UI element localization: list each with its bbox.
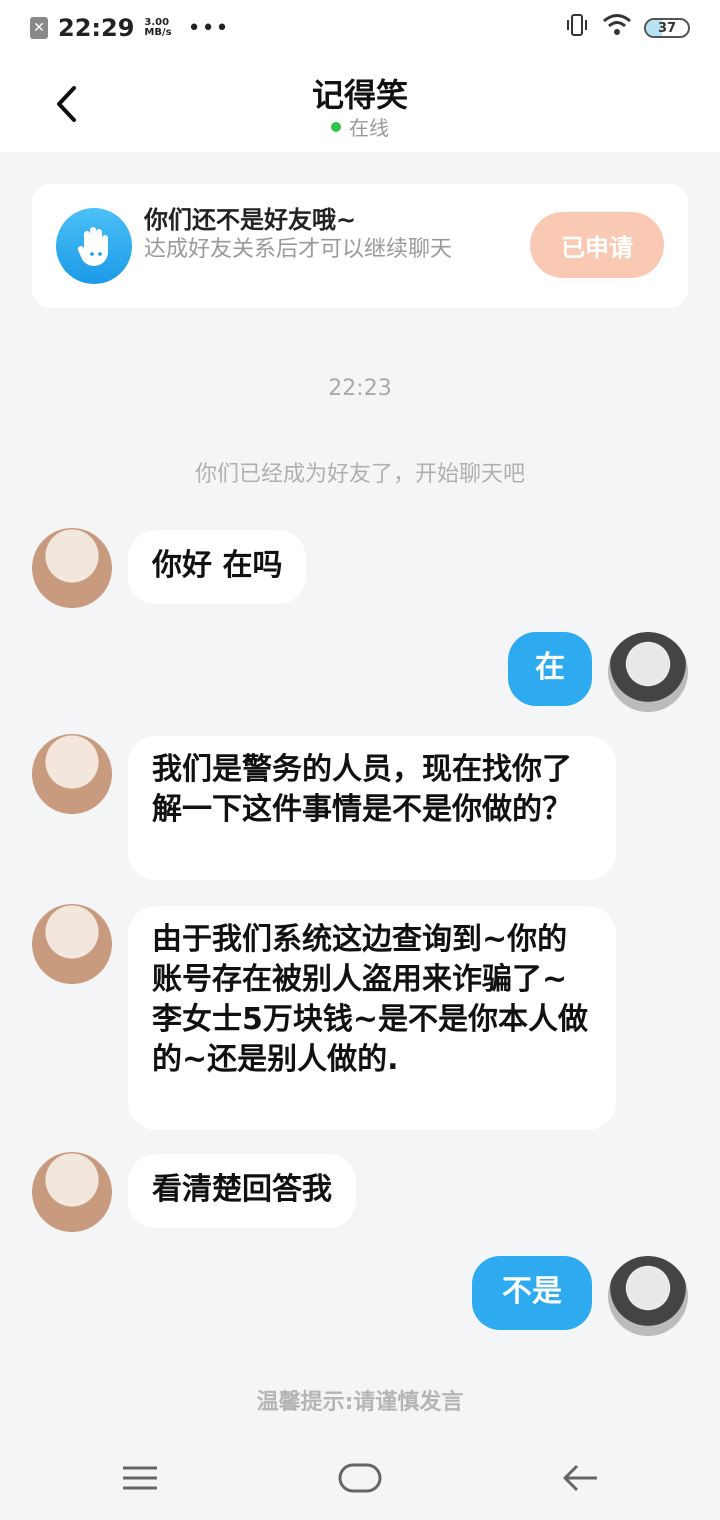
back-nav-button[interactable]: [550, 1456, 610, 1500]
message-bubble[interactable]: 在: [508, 632, 592, 706]
notice-title: 你们还不是好友哦~: [144, 206, 357, 234]
notice-description: 达成好友关系后才可以继续聊天: [144, 237, 453, 262]
network-speed: 3.00 MB/s: [144, 18, 171, 38]
battery-icon: 37: [644, 18, 690, 38]
menu-icon: [123, 1466, 157, 1490]
status-time: 22:29: [58, 14, 135, 42]
message-bubble[interactable]: 你好 在吗: [128, 530, 307, 604]
my-avatar[interactable]: [608, 1256, 688, 1336]
chat-header: 记得笑 在线: [0, 56, 720, 152]
message-bubble[interactable]: 不是: [472, 1256, 592, 1330]
hand-wave-icon: [56, 208, 132, 284]
message-bubble[interactable]: 由于我们系统这边查询到~你的账号存在被别人盗用来诈骗了~李女士5万块钱~是不是你…: [128, 906, 616, 1130]
message-bubble[interactable]: 看清楚回答我: [128, 1154, 356, 1228]
menu-button[interactable]: [110, 1456, 170, 1500]
system-message: 你们已经成为好友了，开始聊天吧: [194, 462, 525, 487]
my-avatar[interactable]: [608, 632, 688, 712]
battery-level: 37: [657, 20, 677, 36]
system-nav-bar: [0, 1436, 720, 1520]
contact-avatar[interactable]: [32, 1152, 112, 1232]
contact-avatar[interactable]: [32, 528, 112, 608]
online-dot-icon: [331, 121, 341, 132]
arrow-left-icon: [563, 1464, 597, 1492]
contact-avatar[interactable]: [32, 734, 112, 814]
friend-request-notice: 你们还不是好友哦~ 达成好友关系后才可以继续聊天 已申请: [32, 184, 688, 308]
contact-name: 记得笑: [311, 76, 408, 114]
status-bar: ✕ 22:29 3.00 MB/s ••• 37: [0, 0, 720, 56]
home-icon: [338, 1463, 382, 1493]
applied-button[interactable]: 已申请: [530, 212, 664, 278]
chat-timestamp: 22:23: [328, 376, 392, 401]
notification-icon: ✕: [30, 17, 48, 39]
home-button[interactable]: [330, 1456, 390, 1500]
safety-tip: 温馨提示:请谨慎发言: [256, 1390, 464, 1415]
more-notifications-icon: •••: [187, 15, 230, 41]
message-bubble[interactable]: 我们是警务的人员，现在找你了解一下这件事情是不是你做的？: [128, 736, 616, 880]
network-speed-unit: MB/s: [144, 27, 172, 38]
online-status-label: 在线: [349, 116, 389, 140]
vibrate-icon: [564, 12, 590, 44]
online-status: 在线: [0, 112, 720, 141]
wifi-icon: [602, 13, 632, 43]
contact-avatar[interactable]: [32, 904, 112, 984]
